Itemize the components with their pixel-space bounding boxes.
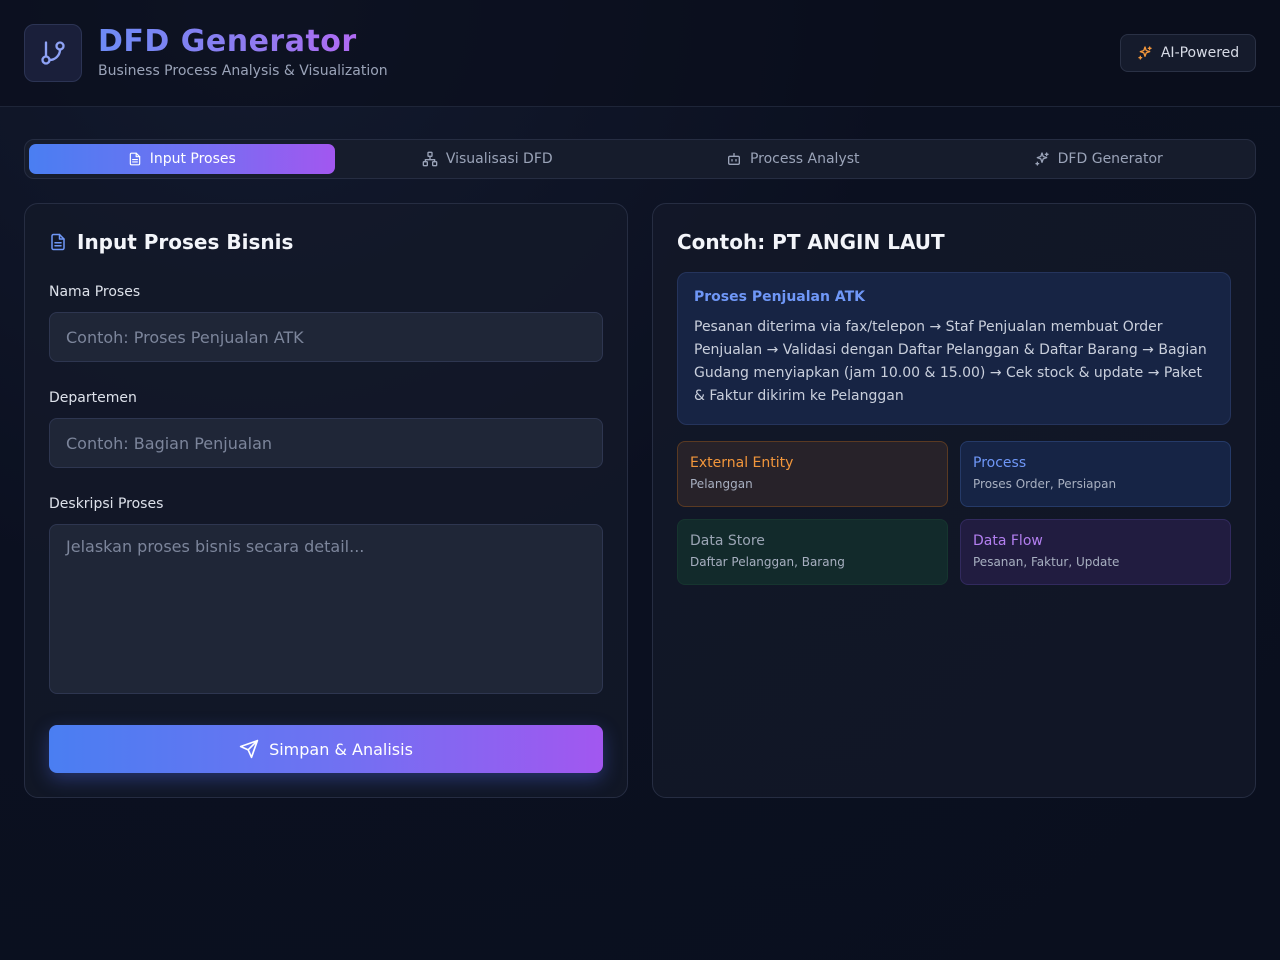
- deskripsi-proses-label: Deskripsi Proses: [49, 496, 164, 512]
- tab-input-proses[interactable]: Input Proses: [29, 144, 335, 174]
- legend-items: Pelanggan: [690, 477, 753, 491]
- simpan-analisis-button[interactable]: Simpan & Analisis: [49, 725, 603, 773]
- legend-data-store: Data Store Daftar Pelanggan, Barang: [677, 519, 948, 585]
- git-branch-icon: [41, 41, 65, 65]
- form-title-text: Input Proses Bisnis: [77, 230, 294, 254]
- ai-powered-badge: AI-Powered: [1120, 34, 1256, 72]
- sparkles-icon: [1034, 152, 1049, 166]
- main-tabs: Input Proses Visualisasi DFD Process Ana…: [24, 139, 1256, 179]
- form-title: Input Proses Bisnis: [49, 230, 293, 254]
- example-process-card: Proses Penjualan ATK Pesanan diterima vi…: [677, 272, 1231, 425]
- legend-process: Process Proses Order, Persiapan: [960, 441, 1231, 507]
- legend-title: External Entity: [690, 455, 794, 471]
- legend-external-entity: External Entity Pelanggan: [677, 441, 948, 507]
- tab-label: Process Analyst: [749, 151, 860, 167]
- example-title: Contoh: PT ANGIN LAUT: [677, 230, 945, 254]
- network-icon: [422, 151, 438, 167]
- example-process-heading: Proses Penjualan ATK: [694, 289, 865, 305]
- legend-items: Proses Order, Persiapan: [973, 477, 1117, 491]
- example-process-description: Pesanan diterima via fax/telepon → Staf …: [694, 319, 1207, 404]
- departemen-input[interactable]: [49, 418, 603, 468]
- departemen-label: Departemen: [49, 390, 137, 406]
- tab-dfd-generator[interactable]: DFD Generator: [946, 144, 1252, 174]
- legend-title: Data Store: [690, 533, 765, 549]
- file-text-icon: [51, 233, 65, 251]
- app-header: DFD Generator Business Process Analysis …: [0, 0, 1280, 107]
- tab-label: Input Proses: [149, 151, 236, 167]
- submit-label: Simpan & Analisis: [269, 739, 413, 759]
- legend-data-flow: Data Flow Pesanan, Faktur, Update: [960, 519, 1231, 585]
- app-subtitle: Business Process Analysis & Visualizatio…: [98, 63, 388, 79]
- sparkles-icon: [1138, 46, 1152, 60]
- file-text-icon: [129, 152, 140, 166]
- tab-process-analyst[interactable]: Process Analyst: [640, 144, 946, 174]
- legend-title: Data Flow: [973, 533, 1043, 549]
- badge-label: AI-Powered: [1160, 45, 1240, 61]
- example-panel: Contoh: PT ANGIN LAUT Proses Penjualan A…: [652, 203, 1256, 798]
- legend-title: Process: [973, 455, 1027, 471]
- app-logo: [24, 24, 82, 82]
- tab-label: Visualisasi DFD: [445, 151, 553, 167]
- nama-proses-label: Nama Proses: [49, 284, 141, 300]
- legend-items: Daftar Pelanggan, Barang: [690, 555, 845, 569]
- nama-proses-input[interactable]: [49, 312, 603, 362]
- legend-items: Pesanan, Faktur, Update: [973, 555, 1120, 569]
- deskripsi-proses-textarea[interactable]: [49, 524, 603, 694]
- send-icon: [239, 739, 259, 759]
- app-title: DFD Generator: [98, 24, 357, 59]
- bot-icon: [727, 153, 740, 165]
- input-form-panel: Input Proses Bisnis Nama Proses Departem…: [24, 203, 628, 798]
- tab-visualisasi-dfd[interactable]: Visualisasi DFD: [335, 144, 641, 174]
- tab-label: DFD Generator: [1057, 151, 1163, 167]
